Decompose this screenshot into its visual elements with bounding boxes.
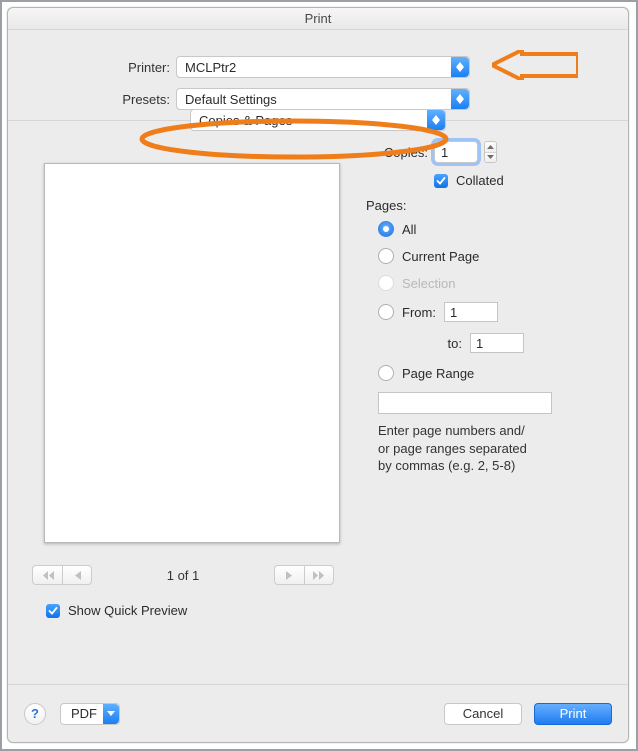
radio-range-label: Page Range: [402, 366, 474, 381]
printer-value: MCLPtr2: [185, 60, 236, 75]
updown-icon: [451, 57, 469, 77]
cancel-button[interactable]: Cancel: [444, 703, 522, 725]
radio-current-page[interactable]: [378, 248, 394, 264]
pdf-menu-button[interactable]: PDF: [60, 703, 120, 725]
page-range-hint: Enter page numbers and/ or page ranges s…: [378, 422, 578, 475]
radio-selection: [378, 275, 394, 291]
help-button[interactable]: ?: [24, 703, 46, 725]
options-column: Copies: 1 Collated Pages: All: [366, 141, 610, 618]
updown-icon: [451, 89, 469, 109]
pager-first-button[interactable]: [32, 565, 62, 585]
stepper-up[interactable]: [485, 142, 496, 153]
pager-label: 1 of 1: [167, 568, 200, 583]
collated-checkbox[interactable]: [434, 174, 448, 188]
print-dialog: Print Printer: MCLPtr2 Presets: Default …: [7, 7, 629, 743]
pager-fwd-group: [274, 565, 334, 585]
pdf-label: PDF: [71, 706, 97, 721]
preview-column: 1 of 1 Show Quick Preview: [26, 141, 346, 618]
pages-label: Pages:: [366, 198, 610, 213]
pager-last-button[interactable]: [304, 565, 334, 585]
presets-label: Presets:: [8, 92, 176, 107]
radio-from-label: From:: [402, 305, 436, 320]
right-icon: [286, 571, 293, 580]
copies-stepper[interactable]: [484, 141, 497, 163]
page-range-input[interactable]: [378, 392, 552, 414]
presets-popup[interactable]: Default Settings: [176, 88, 470, 110]
show-preview-label: Show Quick Preview: [68, 603, 187, 618]
help-icon: ?: [31, 706, 39, 721]
window-title: Print: [8, 8, 628, 30]
pager-next-button[interactable]: [274, 565, 304, 585]
copies-input[interactable]: 1: [434, 141, 478, 163]
to-input[interactable]: 1: [470, 333, 524, 353]
printer-label: Printer:: [8, 60, 176, 75]
copies-value: 1: [441, 145, 448, 160]
chevron-down-icon: [103, 704, 119, 724]
double-left-icon: [42, 571, 54, 580]
preview-page: [44, 163, 340, 543]
from-value: 1: [450, 305, 457, 320]
section-value: Copies & Pages: [199, 113, 292, 128]
from-input[interactable]: 1: [444, 302, 498, 322]
copies-label: Copies:: [366, 145, 428, 160]
left-icon: [74, 571, 81, 580]
stepper-down[interactable]: [485, 153, 496, 163]
presets-value: Default Settings: [185, 92, 277, 107]
radio-from[interactable]: [378, 304, 394, 320]
bottom-bar: ? PDF Cancel Print: [8, 684, 628, 742]
radio-selection-label: Selection: [402, 276, 455, 291]
double-right-icon: [313, 571, 325, 580]
pager-prev-button[interactable]: [62, 565, 92, 585]
pager-back-group: [32, 565, 92, 585]
radio-current-label: Current Page: [402, 249, 479, 264]
radio-page-range[interactable]: [378, 365, 394, 381]
print-button[interactable]: Print: [534, 703, 612, 725]
to-label: to:: [438, 336, 462, 351]
section-popup[interactable]: Copies & Pages: [190, 109, 446, 131]
printer-popup[interactable]: MCLPtr2: [176, 56, 470, 78]
radio-all[interactable]: [378, 221, 394, 237]
show-preview-checkbox[interactable]: [46, 604, 60, 618]
radio-all-label: All: [402, 222, 416, 237]
collated-label: Collated: [456, 173, 504, 188]
updown-icon: [427, 110, 445, 130]
to-value: 1: [476, 336, 483, 351]
title-text: Print: [305, 11, 332, 26]
